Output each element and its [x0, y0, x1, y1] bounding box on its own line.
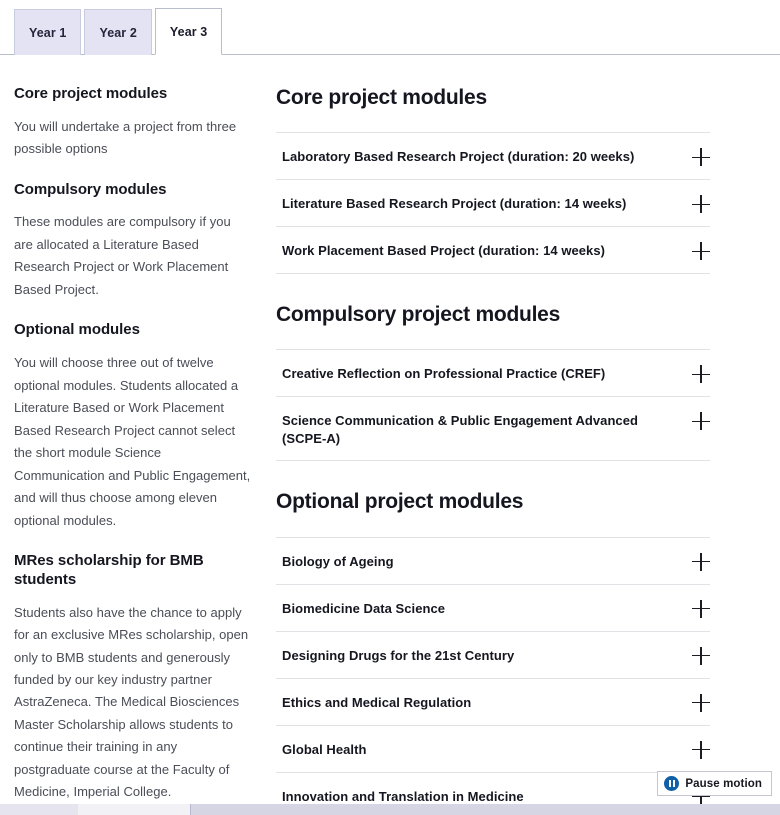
- plus-icon[interactable]: [692, 148, 710, 167]
- accordion-item[interactable]: Global Health: [276, 725, 710, 773]
- peek-divider: [190, 804, 191, 815]
- sidebar-paragraph: You will undertake a project from three …: [14, 118, 237, 157]
- accordion-item-label: Science Communication & Public Engagemen…: [282, 413, 638, 446]
- accordion-item[interactable]: Biology of Ageing: [276, 537, 710, 585]
- accordion-item-label: Work Placement Based Project (duration: …: [282, 243, 605, 259]
- sidebar-block: Core project modules You will undertake a…: [14, 85, 252, 161]
- plus-icon[interactable]: [692, 740, 710, 759]
- accordion-item-label: Designing Drugs for the 21st Century: [282, 647, 515, 663]
- sidebar-block: Optional modules You will choose three ou…: [14, 321, 252, 532]
- plus-icon[interactable]: [692, 412, 710, 431]
- tab-year-1[interactable]: Year 1: [14, 9, 82, 55]
- year-tab-bar: Year 1 Year 2 Year 3: [0, 0, 780, 55]
- accordion-item-label: Laboratory Based Research Project (durat…: [282, 149, 635, 165]
- modules-accordion-column: Core project modules Laboratory Based Res…: [268, 85, 780, 815]
- sidebar-paragraph: You will choose three out of twelve opti…: [14, 355, 251, 528]
- sidebar-heading: Core project modules: [14, 85, 168, 102]
- accordion-item[interactable]: Work Placement Based Project (duration: …: [276, 227, 710, 275]
- content-area: Core project modules You will undertake a…: [0, 55, 780, 815]
- peek-segment-a: [0, 804, 78, 815]
- sidebar-block: Compulsory modules These modules are comp…: [14, 181, 252, 302]
- sidebar-heading: Optional modules: [14, 321, 140, 339]
- accordion-item[interactable]: Ethics and Medical Regulation: [276, 678, 710, 726]
- plus-icon[interactable]: [692, 242, 710, 261]
- module-section: Optional project modules Biology of Agein…: [276, 489, 710, 815]
- accordion-item[interactable]: Laboratory Based Research Project (durat…: [276, 133, 710, 181]
- section-heading: Core project modules: [276, 86, 487, 109]
- pause-motion-button[interactable]: Pause motion: [657, 771, 772, 796]
- sidebar-heading: MRes scholarship for BMB students: [14, 552, 204, 588]
- tab-year-2[interactable]: Year 2: [84, 9, 152, 55]
- plus-icon[interactable]: [692, 552, 710, 571]
- tab-label: Year 2: [99, 25, 137, 40]
- tab-label: Year 3: [169, 24, 208, 39]
- tab-label: Year 1: [29, 25, 67, 40]
- accordion-item-label: Literature Based Research Project (durat…: [282, 196, 627, 212]
- accordion-item-label: Global Health: [282, 741, 367, 757]
- accordion: Biology of Ageing Biomedicine Data Scienc…: [276, 536, 710, 815]
- accordion-item-label: Creative Reflection on Professional Prac…: [282, 366, 606, 382]
- accordion: Laboratory Based Research Project (durat…: [276, 132, 710, 275]
- accordion-item[interactable]: Designing Drugs for the 21st Century: [276, 631, 710, 679]
- accordion-item-label: Innovation and Translation in Medicine: [282, 788, 524, 804]
- accordion-item-label: Biomedicine Data Science: [282, 600, 446, 616]
- section-heading: Compulsory project modules: [276, 303, 561, 327]
- pause-icon: [664, 776, 680, 791]
- sidebar-heading: Compulsory modules: [14, 180, 167, 198]
- sidebar-descriptions: Core project modules You will undertake a…: [0, 85, 268, 804]
- section-heading: Optional project modules: [276, 490, 524, 514]
- accordion-item[interactable]: Creative Reflection on Professional Prac…: [276, 350, 710, 398]
- plus-icon[interactable]: [692, 599, 710, 618]
- peek-segment-b: [78, 804, 190, 815]
- accordion-item[interactable]: Biomedicine Data Science: [276, 584, 710, 632]
- course-modules-page: Year 1 Year 2 Year 3 Core project modules Y…: [0, 0, 780, 815]
- sidebar-block: MRes scholarship for BMB students Student…: [14, 552, 252, 804]
- module-section: Compulsory project modules Creative Refle…: [276, 302, 710, 462]
- accordion-item[interactable]: Literature Based Research Project (durat…: [276, 180, 710, 228]
- accordion-item[interactable]: Science Communication & Public Engagemen…: [276, 397, 710, 462]
- accordion-item-label: Ethics and Medical Regulation: [282, 694, 472, 710]
- plus-icon[interactable]: [692, 646, 710, 665]
- pause-motion-label: Pause motion: [685, 777, 762, 790]
- plus-icon[interactable]: [692, 365, 710, 384]
- sidebar-paragraph: Students also have the chance to apply f…: [14, 604, 249, 800]
- module-section: Core project modules Laboratory Based Res…: [276, 85, 710, 275]
- accordion: Creative Reflection on Professional Prac…: [276, 349, 710, 462]
- accordion-item-label: Biology of Ageing: [282, 553, 394, 569]
- plus-icon[interactable]: [692, 195, 710, 214]
- plus-icon[interactable]: [692, 693, 710, 712]
- sidebar-paragraph: These modules are compulsory if you are …: [14, 214, 231, 297]
- next-section-peek: [0, 804, 780, 815]
- tab-year-3[interactable]: Year 3: [154, 8, 223, 55]
